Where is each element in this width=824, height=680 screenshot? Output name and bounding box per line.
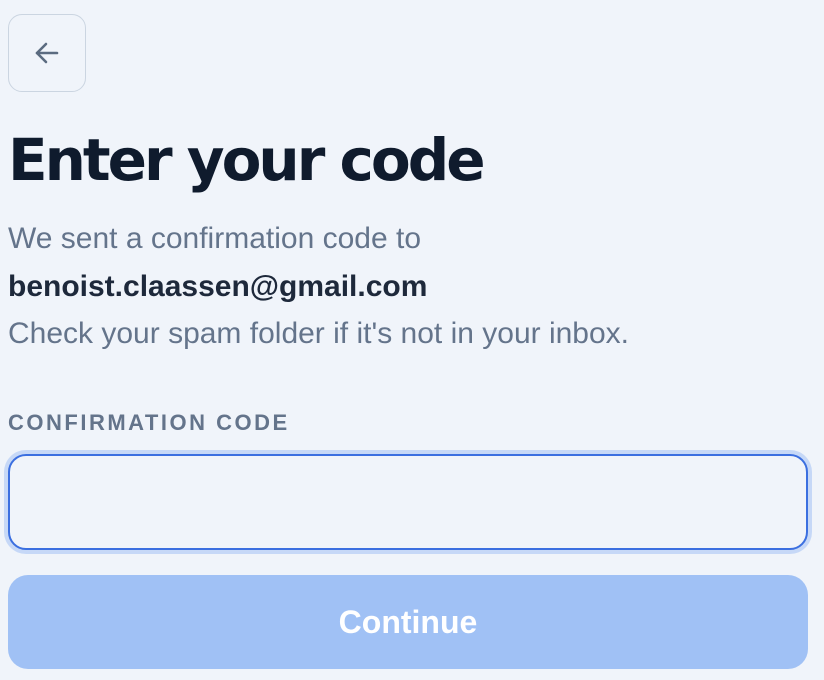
- email-address: benoist.claassen@gmail.com: [8, 270, 428, 303]
- confirmation-sent-text: We sent a confirmation code to: [8, 222, 421, 255]
- confirmation-code-label: CONFIRMATION CODE: [8, 410, 290, 435]
- back-button[interactable]: [8, 14, 86, 92]
- spam-folder-hint: Check your spam folder if it's not in yo…: [8, 317, 630, 350]
- arrow-left-icon: [32, 38, 62, 68]
- page-title: Enter your code: [8, 126, 486, 194]
- continue-button[interactable]: Continue: [8, 575, 808, 669]
- confirmation-code-input[interactable]: [8, 454, 808, 550]
